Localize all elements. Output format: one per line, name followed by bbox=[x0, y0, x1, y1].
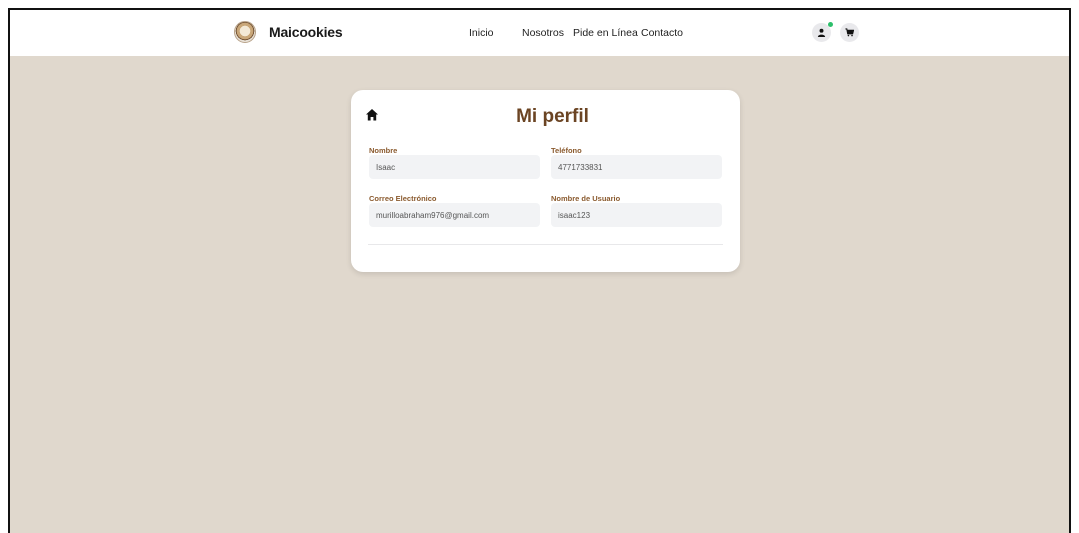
nav-link-contacto[interactable]: Contacto bbox=[641, 27, 683, 39]
cookie-logo-icon bbox=[234, 21, 256, 43]
correo-field[interactable]: murilloabraham976@gmail.com bbox=[369, 203, 540, 227]
user-button[interactable] bbox=[812, 22, 833, 42]
cart-button[interactable] bbox=[840, 23, 859, 42]
cart-icon bbox=[845, 28, 854, 37]
divider bbox=[368, 244, 723, 245]
browser-frame: Maicookies Inicio Nosotros Pide en Línea… bbox=[8, 8, 1071, 533]
usuario-field[interactable]: isaac123 bbox=[551, 203, 722, 227]
telefono-label: Teléfono bbox=[551, 146, 582, 155]
telefono-field[interactable]: 4771733831 bbox=[551, 155, 722, 179]
user-icon bbox=[817, 28, 826, 37]
nombre-field[interactable]: Isaac bbox=[369, 155, 540, 179]
profile-card: Mi perfil Nombre Isaac Teléfono 47717338… bbox=[351, 90, 740, 272]
nav-link-nosotros[interactable]: Nosotros bbox=[522, 27, 564, 39]
nombre-label: Nombre bbox=[369, 146, 398, 155]
nav-link-inicio[interactable]: Inicio bbox=[469, 27, 494, 39]
nav-link-pide-en-linea[interactable]: Pide en Línea bbox=[573, 27, 638, 39]
navbar: Maicookies Inicio Nosotros Pide en Línea… bbox=[10, 10, 1069, 56]
brand-link[interactable]: Maicookies bbox=[234, 21, 343, 43]
usuario-label: Nombre de Usuario bbox=[551, 194, 621, 203]
brand-name: Maicookies bbox=[269, 24, 343, 40]
correo-label: Correo Electrónico bbox=[369, 194, 437, 203]
page-title: Mi perfil bbox=[516, 106, 589, 127]
online-status-dot bbox=[828, 22, 833, 27]
